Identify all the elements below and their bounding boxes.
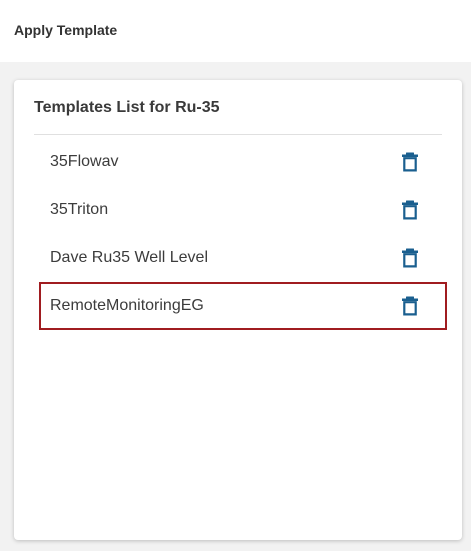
template-name: 35Triton	[50, 201, 109, 218]
page-title: Apply Template	[14, 22, 118, 38]
templates-list: 35Flowav 35Triton Dave Ru35 Well Level R…	[39, 138, 447, 330]
template-name: 35Flowav	[50, 153, 119, 170]
template-name: RemoteMonitoringEG	[50, 297, 204, 314]
template-item[interactable]: Dave Ru35 Well Level	[39, 234, 447, 282]
template-name: Dave Ru35 Well Level	[50, 249, 209, 266]
delete-template-button[interactable]	[401, 296, 419, 316]
trash-icon	[402, 296, 418, 316]
template-item[interactable]: RemoteMonitoringEG	[39, 282, 447, 330]
divider	[34, 134, 442, 135]
delete-template-button[interactable]	[401, 248, 419, 268]
delete-template-button[interactable]	[401, 152, 419, 172]
panel-title: Templates List for Ru-35	[34, 99, 220, 116]
template-item[interactable]: 35Flowav	[39, 138, 447, 186]
delete-template-button[interactable]	[401, 200, 419, 220]
trash-icon	[402, 248, 418, 268]
templates-panel: Templates List for Ru-35 35Flowav 35Trit…	[14, 80, 462, 540]
template-item[interactable]: 35Triton	[39, 186, 447, 234]
trash-icon	[402, 152, 418, 172]
trash-icon	[402, 200, 418, 220]
top-bar: Apply Template	[0, 0, 471, 62]
